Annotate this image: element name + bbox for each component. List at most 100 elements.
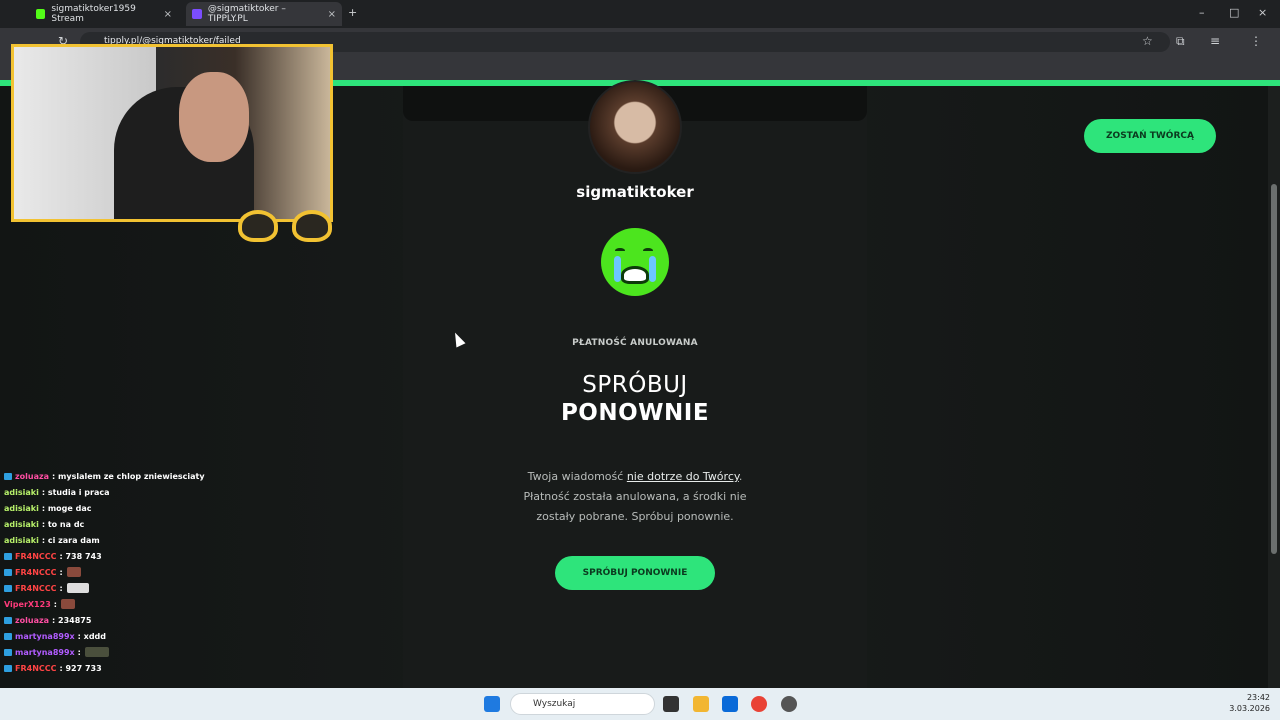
crying-emoji-icon bbox=[601, 228, 669, 296]
avatar bbox=[588, 80, 682, 174]
message-text: Twoja wiadomość bbox=[527, 470, 627, 483]
scrollbar-thumb[interactable] bbox=[1271, 184, 1277, 554]
emoji-tear bbox=[614, 256, 621, 282]
chat-emote-icon bbox=[66, 583, 89, 593]
chat-badge-icon bbox=[4, 472, 12, 480]
chat-text: : myslalem ze chlop zniewiesciaty bbox=[52, 471, 205, 481]
chat-text: : 927 733 bbox=[59, 663, 102, 673]
start-icon[interactable] bbox=[484, 696, 500, 712]
chat-badge-icon bbox=[4, 632, 12, 640]
chat-emote-icon bbox=[60, 599, 75, 609]
chat-message: adisiaki: ci zara dam bbox=[0, 532, 330, 548]
chat-badge-icon bbox=[4, 616, 12, 624]
webcam-overlay bbox=[11, 44, 333, 222]
chat-badge-icon bbox=[4, 568, 12, 576]
clock-date: 3.03.2026 bbox=[1229, 704, 1270, 713]
chat-text: : bbox=[77, 647, 81, 657]
tab-label: sigmatiktoker1959 Stream bbox=[51, 4, 136, 24]
chat-text: : to na dc bbox=[41, 519, 85, 529]
username: sigmatiktoker bbox=[576, 183, 694, 201]
file-explorer-icon[interactable] bbox=[693, 696, 709, 712]
chat-username[interactable]: zoluaza bbox=[15, 472, 49, 481]
chat-username[interactable]: FR4NCCC bbox=[15, 568, 57, 577]
kebab-icon[interactable]: ⋮ bbox=[1250, 34, 1262, 48]
chrome-icon[interactable] bbox=[751, 696, 767, 712]
chat-message: martyna899x: xddd bbox=[0, 628, 330, 644]
tab-tipply[interactable]: @sigmatiktoker – TIPPLY.PL × bbox=[186, 2, 342, 26]
chat-message: FR4NCCC: 738 743 bbox=[0, 548, 330, 564]
become-creator-button[interactable]: ZOSTAŃ TWÓRCĄ bbox=[1084, 119, 1216, 153]
chat-username[interactable]: adisiaki bbox=[4, 520, 39, 529]
chat-text: : 738 743 bbox=[59, 551, 102, 561]
browser-tab-bar: sigmatiktoker1959 Stream × @sigmatiktoke… bbox=[0, 0, 1280, 28]
close-icon[interactable]: × bbox=[328, 9, 336, 20]
lens bbox=[292, 210, 332, 242]
chat-message: martyna899x: bbox=[0, 644, 330, 660]
payment-status: PŁATNOŚĆ ANULOWANA bbox=[572, 338, 698, 348]
close-icon[interactable]: × bbox=[164, 9, 172, 20]
chat-text: : ci zara dam bbox=[41, 535, 100, 545]
kick-icon bbox=[36, 9, 46, 19]
emoji-eye bbox=[615, 248, 625, 253]
info-message: Twoja wiadomość nie dotrze do Twórcy. Pł… bbox=[510, 467, 760, 527]
chat-message: adisiaki: moge dac bbox=[0, 500, 330, 516]
chat-message: FR4NCCC: 927 733 bbox=[0, 660, 330, 676]
tipply-icon bbox=[192, 9, 202, 19]
new-tab-button[interactable]: + bbox=[348, 6, 357, 19]
chat-emote-icon bbox=[66, 567, 81, 577]
extensions-icon[interactable]: ⧉ bbox=[1176, 34, 1185, 49]
chat-text: : bbox=[59, 567, 63, 577]
chat-text: : bbox=[59, 583, 63, 593]
close-window-button[interactable]: × bbox=[1258, 6, 1267, 19]
emoji-eye bbox=[643, 248, 653, 253]
chat-username[interactable]: FR4NCCC bbox=[15, 584, 57, 593]
chat-message: zoluaza: myslalem ze chlop zniewiesciaty bbox=[0, 468, 330, 484]
creator-link[interactable]: nie dotrze do Twórcy bbox=[627, 470, 739, 483]
chat-text: : bbox=[53, 599, 57, 609]
scrollbar[interactable] bbox=[1268, 86, 1280, 688]
task-view-icon[interactable] bbox=[663, 696, 679, 712]
chat-text: : 234875 bbox=[52, 615, 92, 625]
minimize-button[interactable]: – bbox=[1199, 6, 1205, 19]
clock[interactable]: 23:42 3.03.2026 bbox=[1228, 692, 1270, 714]
chat-badge-icon bbox=[4, 552, 12, 560]
emoji-mouth bbox=[621, 266, 649, 284]
chat-username[interactable]: adisiaki bbox=[4, 488, 39, 497]
chat-text: : studia i praca bbox=[41, 487, 110, 497]
chat-text: : moge dac bbox=[41, 503, 92, 513]
heading-line-1: SPRÓBUJ bbox=[582, 372, 688, 398]
chat-badge-icon bbox=[4, 664, 12, 672]
heading-line-2: PONOWNIE bbox=[560, 400, 710, 426]
chat-username[interactable]: FR4NCCC bbox=[15, 552, 57, 561]
chat-username[interactable]: FR4NCCC bbox=[15, 664, 57, 673]
sunglasses-icon bbox=[238, 210, 334, 244]
chat-message: FR4NCCC: bbox=[0, 580, 330, 596]
chat-text: : xddd bbox=[77, 631, 106, 641]
streamer-face bbox=[179, 72, 249, 162]
chat-username[interactable]: adisiaki bbox=[4, 536, 39, 545]
tab-stream[interactable]: sigmatiktoker1959 Stream × bbox=[30, 2, 178, 26]
retry-button[interactable]: SPRÓBUJ PONOWNIE bbox=[555, 556, 715, 590]
app-icon[interactable] bbox=[781, 696, 797, 712]
chat-username[interactable]: adisiaki bbox=[4, 504, 39, 513]
chat-badge-icon bbox=[4, 584, 12, 592]
taskbar-search[interactable]: Wyszukaj bbox=[510, 693, 655, 715]
clock-time: 23:42 bbox=[1246, 693, 1270, 702]
chat-message: ViperX123: bbox=[0, 596, 330, 612]
chat-emote-icon bbox=[84, 647, 109, 657]
windows-taskbar: Wyszukaj 23:42 3.03.2026 bbox=[0, 688, 1280, 720]
chat-message: adisiaki: to na dc bbox=[0, 516, 330, 532]
chat-username[interactable]: martyna899x bbox=[15, 632, 75, 641]
chat-username[interactable]: zoluaza bbox=[15, 616, 49, 625]
maximize-button[interactable]: □ bbox=[1229, 6, 1239, 19]
chat-message: zoluaza: 234875 bbox=[0, 612, 330, 628]
lens bbox=[238, 210, 278, 242]
chat-badge-icon bbox=[4, 648, 12, 656]
star-icon[interactable]: ☆ bbox=[1142, 34, 1153, 48]
menu-icon[interactable]: ≡ bbox=[1210, 34, 1220, 48]
chat-message: adisiaki: studia i praca bbox=[0, 484, 330, 500]
store-icon[interactable] bbox=[722, 696, 738, 712]
chat-username[interactable]: ViperX123 bbox=[4, 600, 51, 609]
tab-label: @sigmatiktoker – TIPPLY.PL bbox=[207, 4, 286, 24]
chat-username[interactable]: martyna899x bbox=[15, 648, 75, 657]
